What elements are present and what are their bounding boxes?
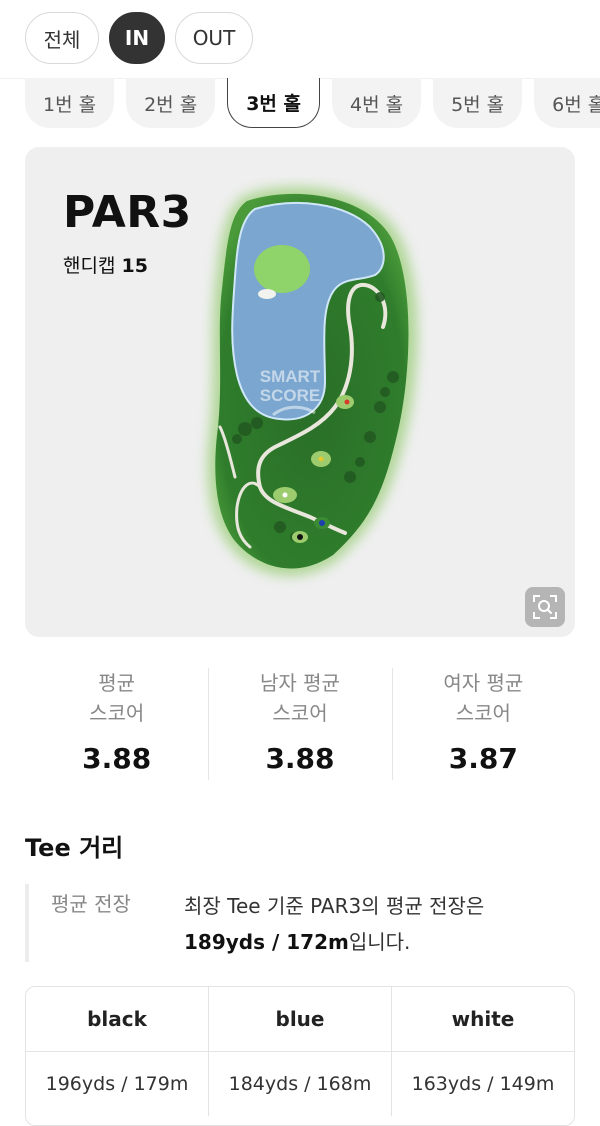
table-cell-black: 196yds / 179m [45,1073,189,1095]
table-row: 196yds / 179m 184yds / 168m 163yds / 149… [26,1051,574,1116]
hole-tab-1[interactable]: 1번 홀 [25,78,115,128]
table-header-blue: blue [208,987,391,1051]
filter-in-button[interactable]: IN [109,12,165,64]
hole-tab-5[interactable]: 5번 홀 [433,78,523,128]
tee-distance-table: black blue white 196yds / 179m 184yds / … [25,986,575,1126]
zoom-search-icon [533,595,557,619]
putting-green [254,245,310,293]
stat-label: 평균 [98,671,136,695]
tee-marker-red [344,399,350,405]
hole-tab-3[interactable]: 3번 홀 [227,78,320,128]
green-bunker [258,289,276,299]
handicap-text: 핸디캡 [63,255,116,277]
watermark-score: SCORE [260,386,320,405]
tee-average-info: 평균 전장 최장 Tee 기준 PAR3의 평균 전장은 189yds / 17… [25,884,575,962]
table-header-white: white [391,987,574,1051]
stat-label: 스코어 [272,701,328,725]
stat-label: 스코어 [89,701,145,725]
desc-suffix: 입니다. [348,930,411,954]
hole-tabs: 1번 홀 2번 홀 3번 홀 4번 홀 5번 홀 6번 홀 [25,78,600,128]
filter-out-button[interactable]: OUT [175,12,253,64]
filter-all-button[interactable]: 전체 [25,12,99,64]
hole-map-card: PAR3 핸디캡 15 SMART SCORE [25,147,575,637]
stat-value: 3.88 [82,742,152,775]
tee-marker-white [282,492,288,498]
par-label: PAR3 [63,187,192,238]
stat-average: 평균 스코어 3.88 [25,668,208,780]
zoom-button[interactable] [525,587,565,627]
stat-label: 여자 평균 [443,671,524,695]
table-header-row: black blue white [26,987,574,1051]
desc-value: 189yds / 172m [184,930,349,954]
stat-male-average: 남자 평균 스코어 3.88 [208,668,391,780]
stat-female-average: 여자 평균 스코어 3.87 [391,668,575,780]
tee-marker-yellow [318,456,324,462]
desc-prefix: 최장 Tee 기준 PAR3의 평균 전장은 [184,894,485,918]
score-stats: 평균 스코어 3.88 남자 평균 스코어 3.88 여자 평균 스코어 3.8… [25,668,575,780]
course-map: SMART SCORE [207,186,418,577]
table-cell-blue: 184yds / 168m [208,1052,391,1116]
stat-label: 남자 평균 [260,671,340,695]
hole-tab-4[interactable]: 4번 홀 [331,78,422,128]
handicap-value: 15 [121,255,148,277]
hole-tab-2[interactable]: 2번 홀 [126,78,216,128]
table-header-black: black [87,1007,147,1031]
stat-value: 3.88 [265,742,335,775]
stat-value: 3.87 [448,742,518,775]
avg-length-label: 평균 전장 [51,892,131,916]
avg-length-description: 최장 Tee 기준 PAR3의 평균 전장은 189yds / 172m입니다. [184,888,564,960]
table-cell-white: 163yds / 149m [391,1052,574,1116]
watermark-smart: SMART [260,367,321,386]
tee-marker-black [297,534,303,540]
in-out-filter: 전체 IN OUT [25,12,253,64]
tee-marker-blue [319,520,325,526]
stat-label: 스코어 [455,701,511,725]
hole-tab-6[interactable]: 6번 홀 [534,78,600,128]
handicap-label: 핸디캡 15 [63,251,148,278]
tee-distance-title: Tee 거리 [25,834,124,862]
